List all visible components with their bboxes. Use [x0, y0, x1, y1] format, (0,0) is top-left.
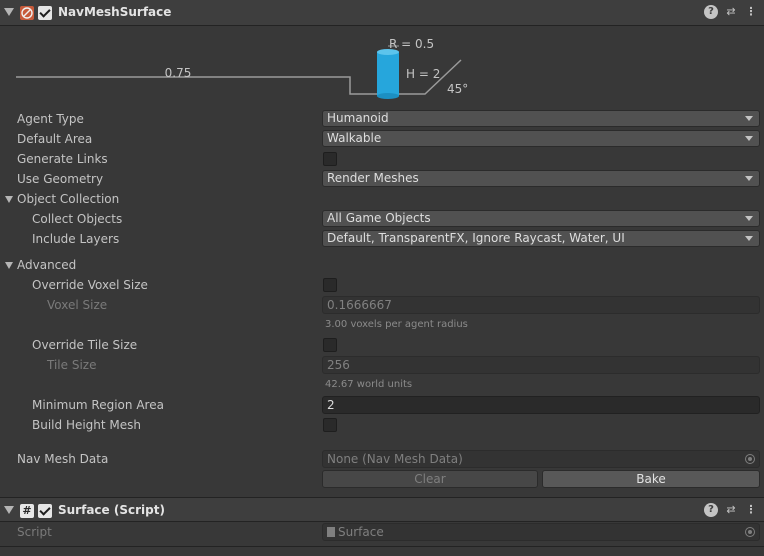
tile-size-label: Tile Size — [47, 358, 97, 372]
minimum-region-area-label: Minimum Region Area — [32, 398, 164, 412]
advanced-foldout-icon[interactable] — [5, 262, 13, 269]
default-area-value: Walkable — [327, 131, 382, 145]
use-geometry-value: Render Meshes — [327, 171, 419, 185]
nav-mesh-data-value: None (Nav Mesh Data) — [327, 452, 463, 466]
chevron-down-icon — [745, 116, 753, 121]
bake-button[interactable]: Bake — [542, 470, 760, 488]
help-icon[interactable]: ? — [704, 503, 718, 517]
agent-type-label: Agent Type — [17, 112, 84, 126]
script-label: Script — [17, 525, 52, 539]
agent-cylinder-bottom — [377, 93, 399, 99]
include-layers-value: Default, TransparentFX, Ignore Raycast, … — [327, 231, 625, 245]
voxel-size-hint: 3.00 voxels per agent radius — [325, 319, 468, 330]
tile-size-field: 256 — [322, 356, 760, 374]
build-height-mesh-checkbox[interactable] — [323, 418, 337, 432]
agent-type-dropdown[interactable]: Humanoid — [322, 110, 760, 127]
agent-type-value: Humanoid — [327, 111, 389, 125]
chevron-down-icon — [745, 236, 753, 241]
default-area-dropdown[interactable]: Walkable — [322, 130, 760, 147]
object-picker-icon — [745, 527, 755, 537]
nav-mesh-data-label: Nav Mesh Data — [17, 452, 109, 466]
override-voxel-size-label: Override Voxel Size — [32, 278, 148, 292]
script-field: Surface — [322, 523, 760, 541]
minimum-region-area-field[interactable]: 2 — [322, 396, 760, 414]
component-foldout-icon[interactable] — [4, 506, 14, 514]
chevron-down-icon — [745, 136, 753, 141]
context-menu-icon[interactable]: ⋮ — [744, 5, 758, 19]
collect-objects-label: Collect Objects — [32, 212, 123, 226]
include-layers-dropdown[interactable]: Default, TransparentFX, Ignore Raycast, … — [322, 230, 760, 247]
component-enabled-checkbox[interactable] — [38, 6, 52, 20]
collect-objects-dropdown[interactable]: All Game Objects — [322, 210, 760, 227]
script-enabled-checkbox[interactable] — [38, 504, 52, 518]
chevron-down-icon — [745, 216, 753, 221]
generate-links-checkbox[interactable] — [323, 152, 337, 166]
generate-links-label: Generate Links — [17, 152, 108, 166]
default-area-label: Default Area — [17, 132, 93, 146]
object-collection-foldout-icon[interactable] — [5, 196, 13, 203]
voxel-size-field: 0.1666667 — [322, 296, 760, 314]
tile-size-hint: 42.67 world units — [325, 379, 413, 390]
advanced-label[interactable]: Advanced — [17, 258, 76, 272]
override-tile-size-checkbox[interactable] — [323, 338, 337, 352]
script-component-title: Surface (Script) — [58, 503, 165, 517]
step-height-label: 0.75 — [165, 66, 192, 80]
navmesh-surface-header[interactable]: NavMeshSurface ? ⇄ ⋮ — [0, 0, 764, 26]
include-layers-label: Include Layers — [32, 232, 120, 246]
context-menu-icon[interactable]: ⋮ — [744, 503, 758, 517]
navmesh-surface-icon — [20, 6, 34, 20]
object-picker-icon[interactable] — [745, 454, 755, 464]
help-icon[interactable]: ? — [704, 5, 718, 19]
agent-radius-label: R = 0.5 — [389, 37, 434, 51]
agent-diagram: 0.75 R = 0.5 H = 2 45° — [16, 37, 468, 99]
surface-script-header[interactable]: # Surface (Script) ? ⇄ ⋮ — [0, 498, 764, 522]
agent-cylinder-body — [377, 52, 399, 96]
script-file-icon — [327, 527, 335, 537]
build-height-mesh-label: Build Height Mesh — [32, 418, 142, 432]
nav-mesh-data-field[interactable]: None (Nav Mesh Data) — [322, 450, 760, 468]
voxel-size-label: Voxel Size — [47, 298, 108, 312]
agent-height-label: H = 2 — [406, 67, 440, 81]
chevron-down-icon — [745, 176, 753, 181]
presets-icon[interactable]: ⇄ — [724, 503, 738, 517]
collect-objects-value: All Game Objects — [327, 211, 431, 225]
max-slope-label: 45° — [447, 82, 468, 96]
script-icon: # — [20, 504, 34, 518]
use-geometry-label: Use Geometry — [17, 172, 104, 186]
bottom-divider — [0, 546, 764, 547]
component-title: NavMeshSurface — [58, 5, 172, 19]
use-geometry-dropdown[interactable]: Render Meshes — [322, 170, 760, 187]
component-foldout-icon[interactable] — [4, 8, 14, 16]
object-collection-label[interactable]: Object Collection — [17, 192, 119, 206]
override-voxel-size-checkbox[interactable] — [323, 278, 337, 292]
override-tile-size-label: Override Tile Size — [32, 338, 138, 352]
presets-icon[interactable]: ⇄ — [724, 5, 738, 19]
script-value: Surface — [338, 525, 384, 539]
clear-button[interactable]: Clear — [322, 470, 538, 488]
